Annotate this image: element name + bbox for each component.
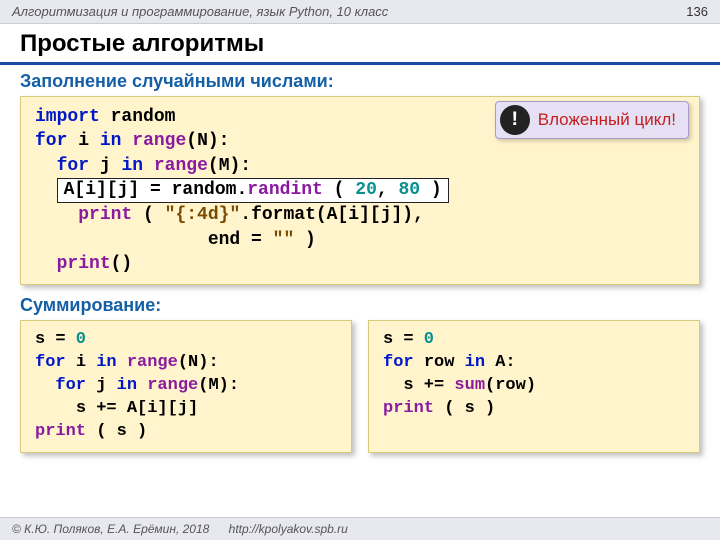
page-title: Простые алгоритмы (0, 24, 720, 65)
slide-footer: © К.Ю. Поляков, Е.А. Ерёмин, 2018 http:/… (0, 517, 720, 540)
code-line: s += sum(row) (383, 375, 685, 398)
code-sum-nested: s = 0 for i in range(N): for j in range(… (20, 320, 352, 453)
code-line-highlight: A[i][j] = random.randint ( 20, 80 ) (35, 178, 685, 203)
footer-url: http://kpolyakov.spb.ru (229, 522, 348, 536)
code-fill-random: ! Вложенный цикл! import random for i in… (20, 96, 700, 285)
code-line: print ( s ) (383, 398, 685, 421)
nested-loop-callout: ! Вложенный цикл! (495, 101, 689, 139)
code-line: for j in range(M): (35, 154, 685, 178)
exclaim-icon: ! (500, 105, 530, 135)
copyright: © К.Ю. Поляков, Е.А. Ерёмин, 2018 (12, 522, 209, 536)
code-line: s += A[i][j] (35, 398, 337, 421)
code-line: end = "" ) (35, 228, 685, 252)
course-title: Алгоритмизация и программирование, язык … (12, 4, 388, 19)
code-line: for j in range(M): (35, 375, 337, 398)
page-number: 136 (686, 4, 708, 19)
code-line: print ( s ) (35, 421, 337, 444)
code-line: print ( "{:4d}".format(A[i][j]), (35, 203, 685, 227)
section-sum-label: Суммирование: (20, 295, 700, 316)
code-line: print() (35, 252, 685, 276)
two-column-codes: s = 0 for i in range(N): for j in range(… (20, 320, 700, 463)
code-line: for i in range(N): (35, 352, 337, 375)
randint-highlight: A[i][j] = random.randint ( 20, 80 ) (57, 178, 449, 203)
section-fill-label: Заполнение случайными числами: (20, 71, 700, 92)
code-line: s = 0 (383, 329, 685, 352)
callout-text: Вложенный цикл! (538, 109, 676, 132)
code-sum-pythonic: s = 0 for row in A: s += sum(row) print … (368, 320, 700, 453)
slide-header: Алгоритмизация и программирование, язык … (0, 0, 720, 24)
code-line: for row in A: (383, 352, 685, 375)
content-area: Заполнение случайными числами: ! Вложенн… (0, 71, 720, 463)
code-line: s = 0 (35, 329, 337, 352)
